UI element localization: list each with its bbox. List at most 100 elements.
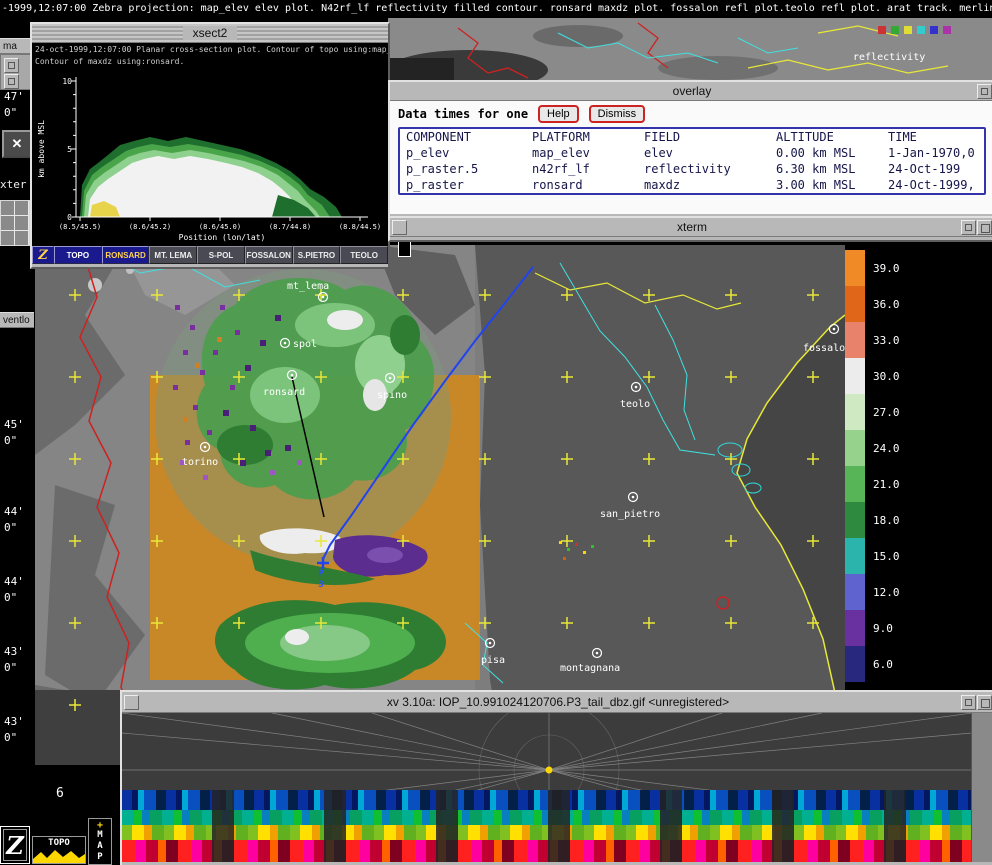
xv-titlebar[interactable]: xv 3.10a: IOP_10.991024120706.P3_tail_db… xyxy=(122,692,992,713)
colorbar-swatch xyxy=(845,358,865,394)
zebra-status-bar: -1999,12:07:00 Zebra projection: map_ele… xyxy=(0,0,992,18)
xsect2-button-z[interactable]: Z xyxy=(32,246,54,264)
colorbar-label: 12.0 xyxy=(873,586,900,599)
help-button[interactable]: Help xyxy=(538,105,579,123)
latitude-label: 43' xyxy=(4,715,24,728)
x-tick: (8.7/44.8) xyxy=(269,223,311,231)
latitude-label: 0" xyxy=(4,434,17,447)
window-menu-icon[interactable] xyxy=(124,695,139,710)
xsect2-button-row: Z TOPO RONSARD MT. LEMA S-POL FOSSALON S… xyxy=(32,246,388,264)
window-menu-icon[interactable] xyxy=(392,220,407,235)
latitude-label: 0" xyxy=(4,661,17,674)
station-label: ronsard xyxy=(263,387,305,398)
data-times-prompt: Data times for one xyxy=(398,107,528,121)
colorbar-label: 21.0 xyxy=(873,478,900,491)
maximize-icon[interactable] xyxy=(977,695,992,710)
window-gadget[interactable] xyxy=(4,74,19,89)
minimize-icon[interactable] xyxy=(961,695,976,710)
mountain-icon xyxy=(33,848,85,863)
window-grid-icon[interactable] xyxy=(0,200,30,246)
latitude-label: 45' xyxy=(4,418,24,431)
col-header: TIME xyxy=(888,129,978,145)
xsect2-button-mt-lema[interactable]: MT. LEMA xyxy=(149,246,197,264)
radar-origin-dot xyxy=(546,767,553,774)
cell-component: p_raster.5 xyxy=(406,161,532,177)
xterm-titlebar[interactable]: xterm xyxy=(390,218,992,237)
map-fragment-top: reflectivity xyxy=(388,18,992,80)
colorbar-swatch xyxy=(845,286,865,322)
mini-colorbar-swatch xyxy=(917,26,925,34)
colorbar-label: 9.0 xyxy=(873,622,893,635)
maximize-icon[interactable] xyxy=(977,220,992,235)
colorbar-swatch xyxy=(845,466,865,502)
colorbar-swatch xyxy=(845,538,865,574)
station-label: teolo xyxy=(620,399,650,410)
mini-colorbar-swatch xyxy=(930,26,938,34)
colorbar-row: 24.0 xyxy=(845,430,925,466)
latitude-label: 43' xyxy=(4,645,24,658)
topo-button[interactable]: TOPO xyxy=(32,836,86,864)
colorbar-label: 36.0 xyxy=(873,298,900,311)
window-fragment-eventlog-title[interactable]: ventlo xyxy=(0,312,34,328)
xsect2-header-line1: 24-oct-1999,12:07:00 Planar cross-sectio… xyxy=(32,43,388,55)
zebra-logo-button[interactable]: Z xyxy=(0,826,30,864)
xsect2-header-line2: Contour of maxdz using:ronsard. xyxy=(32,55,388,67)
mini-colorbar-swatch xyxy=(878,26,886,34)
colorbar-row: 27.0 xyxy=(845,394,925,430)
cell-field: reflectivity xyxy=(644,161,776,177)
mini-colorbar-swatch xyxy=(904,26,912,34)
window-gadget[interactable] xyxy=(4,58,19,73)
colorbar-label: 27.0 xyxy=(873,406,900,419)
latitude-label: 0" xyxy=(4,731,17,744)
colorbar-label: 24.0 xyxy=(873,442,900,455)
table-row: p_elev map_elev elev 0.00 km MSL 1-Jan-1… xyxy=(400,145,984,161)
map-button[interactable]: + MAP xyxy=(88,818,112,865)
overlay-titlebar[interactable]: overlay xyxy=(390,82,992,101)
xsect2-button-teolo[interactable]: TEOLO xyxy=(340,246,388,264)
colorbar-row: 15.0 xyxy=(845,538,925,574)
xsect2-button-topo[interactable]: TOPO xyxy=(54,246,102,264)
colorbar-row: 9.0 xyxy=(845,610,925,646)
xv-image[interactable] xyxy=(122,713,992,862)
colorbar-label: 39.0 xyxy=(873,262,900,275)
minimize-icon[interactable] xyxy=(961,220,976,235)
xterm-icon-label[interactable]: xter xyxy=(0,178,27,191)
table-header-row: COMPONENT PLATFORM FIELD ALTITUDE TIME xyxy=(400,129,984,145)
maximize-icon[interactable] xyxy=(977,84,992,99)
latitude-label: 0" xyxy=(4,591,17,604)
col-header: ALTITUDE xyxy=(776,129,888,145)
x-axis-label: Position (lon/lat) xyxy=(179,233,266,242)
desktop: -1999,12:07:00 Zebra projection: map_ele… xyxy=(0,0,992,865)
cell-platform: ronsard xyxy=(532,177,644,193)
xsect2-button-fossalon[interactable]: FOSSALON xyxy=(245,246,293,264)
cell-component: p_raster xyxy=(406,177,532,193)
station-label: san_pietro xyxy=(600,509,660,520)
x-tick: (8.6/45.2) xyxy=(129,223,171,231)
xsect2-button-ronsard[interactable]: RONSARD xyxy=(102,246,150,264)
mini-colorbar-swatch xyxy=(891,26,899,34)
station-label: spino xyxy=(377,390,407,401)
xsect2-button-s-pol[interactable]: S-POL xyxy=(197,246,245,264)
colorbar-swatch xyxy=(845,322,865,358)
map-graphics: mt_lema spol ronsard spino torino teolo … xyxy=(35,245,845,765)
latitude-label: 47' xyxy=(4,90,24,103)
colorbar-row: 21.0 xyxy=(845,466,925,502)
xsect2-titlebar[interactable]: xsect2 xyxy=(32,24,388,43)
xsect2-button-s-pietro[interactable]: S.PIETRO xyxy=(293,246,341,264)
window-fragment-map-title[interactable]: ma xyxy=(0,38,34,54)
colorbar-swatch xyxy=(845,394,865,430)
station-label: montagnana xyxy=(560,663,620,674)
window-fragment-panel xyxy=(0,54,34,90)
colorbar-swatch xyxy=(845,250,865,286)
close-icon[interactable]: ✕ xyxy=(2,130,32,158)
xv-scrollbar[interactable] xyxy=(971,713,992,862)
zebra-map-canvas[interactable]: mt_lema spol ronsard spino torino teolo … xyxy=(35,245,845,765)
latitude-label: 44' xyxy=(4,505,24,518)
colorbar-row: 12.0 xyxy=(845,574,925,610)
graticule-crosses xyxy=(35,245,845,765)
latitude-label: 0" xyxy=(4,106,17,119)
colorbar-row: 36.0 xyxy=(845,286,925,322)
dismiss-button[interactable]: Dismiss xyxy=(589,105,646,123)
plus-icon: + xyxy=(97,821,103,830)
colorbar-swatch xyxy=(845,610,865,646)
